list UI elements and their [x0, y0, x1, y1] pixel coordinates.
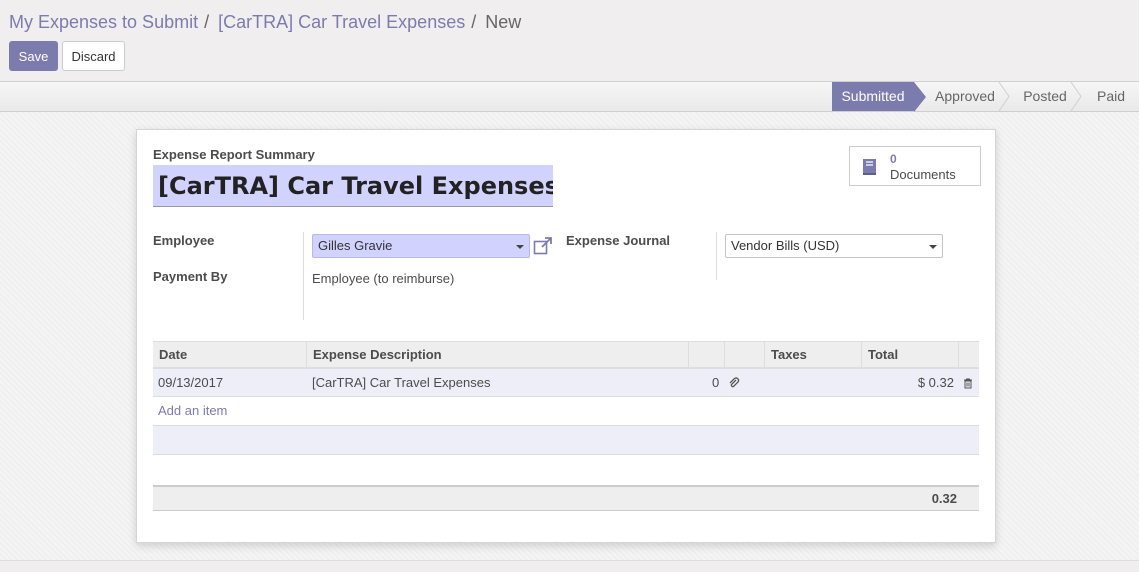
- field-divider: [716, 232, 717, 280]
- control-panel: My Expenses to Submit / [CarTRA] Car Tra…: [0, 0, 1139, 82]
- book-icon: [863, 159, 876, 175]
- table-footer: 0.32: [153, 485, 979, 511]
- breadcrumb-current: New: [485, 12, 522, 32]
- form-sheet: Expense Report Summary [CarTRA] Car Trav…: [136, 129, 996, 543]
- payment-by-value: Employee (to reimburse): [312, 271, 455, 286]
- expense-journal-select[interactable]: Vendor Bills (USD): [725, 234, 943, 258]
- row-attachment-count: 0: [712, 375, 720, 390]
- summary-label: Expense Report Summary: [153, 147, 315, 162]
- employee-select[interactable]: Gilles Gravie: [312, 234, 530, 258]
- chevron-down-icon: [516, 245, 524, 249]
- table-header: Date Expense Description Taxes Total: [153, 341, 979, 369]
- table-row-empty: [153, 426, 979, 455]
- stage-posted[interactable]: Posted: [1014, 82, 1082, 111]
- stage-approved[interactable]: Approved: [926, 82, 1010, 111]
- stage-label: Posted: [1023, 88, 1067, 104]
- column-header-description[interactable]: Expense Description: [307, 342, 689, 368]
- documents-button[interactable]: 0 Documents: [849, 146, 981, 186]
- stage-label: Submitted: [841, 88, 905, 104]
- external-link-icon[interactable]: [533, 237, 553, 255]
- documents-count: 0: [890, 152, 897, 166]
- column-header-total[interactable]: Total: [862, 342, 959, 368]
- documents-label: Documents: [890, 167, 956, 182]
- breadcrumb-item-report[interactable]: [CarTRA] Car Travel Expenses: [218, 12, 465, 32]
- stage-submitted[interactable]: Submitted: [832, 82, 926, 112]
- column-header-date[interactable]: Date: [153, 342, 307, 368]
- stage-chevron-icon: [1070, 82, 1082, 111]
- column-header-taxes[interactable]: Taxes: [765, 342, 862, 368]
- save-button[interactable]: Save: [9, 41, 58, 71]
- employee-label: Employee: [153, 233, 215, 248]
- discard-button[interactable]: Discard: [62, 41, 125, 71]
- paperclip-icon[interactable]: [728, 377, 740, 389]
- employee-value: Gilles Gravie: [318, 238, 393, 253]
- trash-icon[interactable]: [963, 378, 973, 389]
- stage-label: Paid: [1096, 88, 1126, 104]
- footer-total: 0.32: [931, 491, 957, 506]
- expense-journal-label: Expense Journal: [566, 233, 671, 248]
- column-header-quantity[interactable]: [689, 342, 725, 368]
- status-bar: Submitted Approved Posted Paid: [0, 82, 1139, 112]
- breadcrumb-separator: /: [471, 12, 477, 32]
- report-title-value: [CarTRA] Car Travel Expenses: [158, 172, 553, 200]
- journal-value: Vendor Bills (USD): [731, 238, 840, 253]
- row-date: 09/13/2017: [158, 375, 224, 390]
- table-row[interactable]: 09/13/2017 [CarTRA] Car Travel Expenses …: [153, 369, 979, 397]
- stage-paid[interactable]: Paid: [1086, 82, 1136, 111]
- add-an-item-link[interactable]: Add an item: [158, 397, 227, 425]
- stage-chevron-icon: [998, 82, 1010, 111]
- payment-by-label: Payment By: [153, 269, 228, 284]
- field-divider: [303, 232, 304, 320]
- stage-arrow: [914, 82, 926, 112]
- report-title-input[interactable]: [CarTRA] Car Travel Expenses: [153, 165, 553, 207]
- row-total: $ 0.32: [917, 375, 954, 390]
- column-header-attachment[interactable]: [725, 342, 765, 368]
- stage-label: Approved: [935, 88, 995, 104]
- chevron-down-icon: [929, 245, 937, 249]
- breadcrumb: My Expenses to Submit / [CarTRA] Car Tra…: [9, 12, 521, 33]
- bottom-strip: [0, 560, 1139, 572]
- breadcrumb-item-my-expenses[interactable]: My Expenses to Submit: [9, 12, 198, 32]
- breadcrumb-separator: /: [204, 12, 210, 32]
- expense-lines-table: Date Expense Description Taxes Total 09/…: [153, 341, 979, 455]
- row-description: [CarTRA] Car Travel Expenses: [312, 375, 491, 390]
- add-item-row: Add an item: [153, 397, 979, 426]
